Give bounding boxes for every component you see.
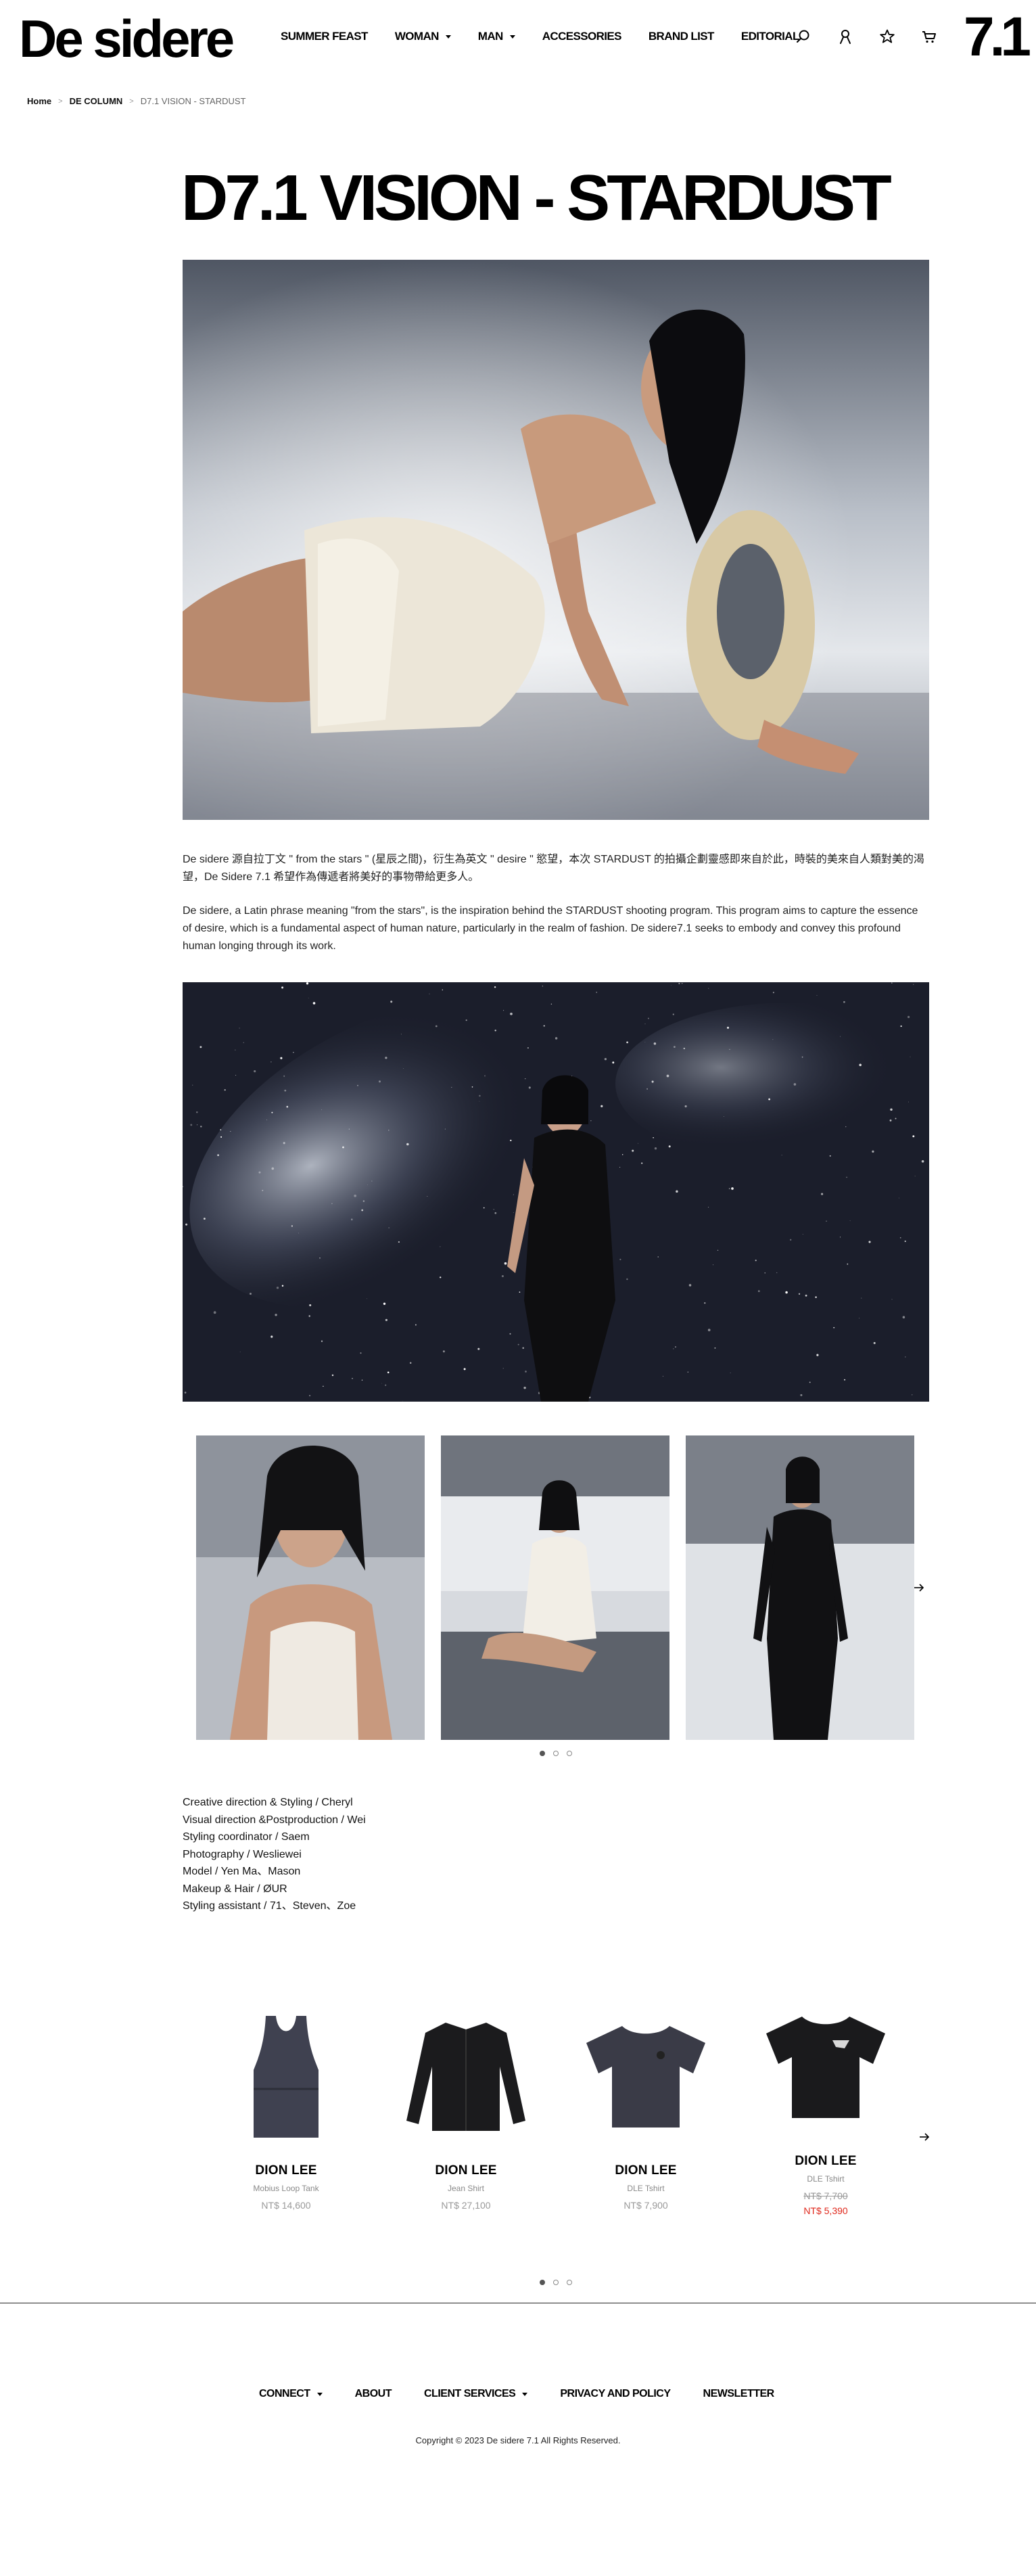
nav-summer-feast[interactable]: SUMMER FEAST	[281, 30, 368, 43]
account-icon[interactable]	[837, 28, 853, 45]
credit-line: Model / Yen Ma、Mason	[183, 1866, 301, 1877]
products-dot[interactable]	[553, 2280, 559, 2285]
credit-line: Makeup & Hair / ØUR	[183, 1883, 287, 1895]
product-price: NT$ 7,900	[623, 2200, 668, 2211]
site-logo[interactable]: De sidere	[19, 8, 235, 69]
caret-down-icon	[509, 34, 515, 39]
breadcrumb-separator-icon: >	[58, 97, 63, 106]
products-next-arrow-icon[interactable]	[914, 2127, 935, 2147]
nav-man[interactable]: MAN	[478, 30, 515, 43]
footer-newsletter[interactable]: NEWSLETTER	[703, 2388, 775, 2400]
products-dot[interactable]	[567, 2280, 572, 2285]
product-name: Jean Shirt	[447, 2184, 485, 2193]
cart-icon[interactable]	[921, 28, 937, 45]
credit-line: Styling coordinator / Saem	[183, 1831, 310, 1843]
carousel-slide[interactable]	[196, 1435, 425, 1740]
wishlist-star-icon[interactable]	[879, 28, 895, 45]
breadcrumb-de-column[interactable]: DE COLUMN	[70, 96, 123, 106]
nav-brand-list[interactable]: BRAND LIST	[649, 30, 715, 43]
product-name: DLE Tshirt	[807, 2174, 845, 2184]
credit-line: Creative direction & Styling / Cheryl	[183, 1797, 353, 1808]
breadcrumb-current: D7.1 VISION - STARDUST	[140, 96, 246, 106]
main-nav: SUMMER FEAST WOMAN MAN ACCESSORIES BRAND…	[281, 30, 826, 43]
nav-woman[interactable]: WOMAN	[395, 30, 451, 43]
site-header: De sidere SUMMER FEAST WOMAN MAN ACCESSO…	[0, 0, 1036, 80]
product-image	[208, 2002, 364, 2151]
products-pagination	[540, 2280, 572, 2285]
slide-photo	[196, 1435, 425, 1740]
product-price: NT$ 27,100	[441, 2200, 491, 2211]
product-image	[568, 2002, 724, 2151]
product-image	[388, 2002, 544, 2151]
article-paragraph-zh: De sidere 源自拉丁文 " from the stars " (星辰之間…	[183, 854, 924, 883]
carousel-dot[interactable]	[553, 1751, 559, 1756]
product-brand: DION LEE	[255, 2163, 317, 2178]
credits-list: Creative direction & Styling / Cheryl Vi…	[183, 1794, 366, 1915]
brand-mark-71[interactable]: 7.1	[964, 7, 1031, 68]
carousel-pagination	[540, 1751, 572, 1756]
page-title: D7.1 VISION - STARDUST	[181, 162, 892, 234]
nav-accessories[interactable]: ACCESSORIES	[542, 30, 622, 43]
credit-line: Visual direction &Postproduction / Wei	[183, 1814, 366, 1826]
product-name: Mobius Loop Tank	[253, 2184, 319, 2193]
breadcrumb-home[interactable]: Home	[27, 96, 51, 106]
product-card[interactable]: DION LEE DLE Tshirt NT$ 7,900	[568, 2002, 724, 2211]
product-brand: DION LEE	[435, 2163, 497, 2178]
product-price: NT$ 14,600	[261, 2200, 311, 2211]
caret-down-icon	[316, 2392, 323, 2396]
credit-line: Photography / Wesliewei	[183, 1848, 302, 1860]
search-icon[interactable]	[795, 28, 811, 45]
carousel-dot[interactable]	[567, 1751, 572, 1756]
footer-connect[interactable]: CONNECT	[259, 2388, 323, 2400]
products-dot[interactable]	[540, 2280, 545, 2285]
carousel-slide[interactable]	[686, 1435, 914, 1740]
slide-photo	[441, 1435, 669, 1740]
footer-client-services[interactable]: CLIENT SERVICES	[424, 2388, 528, 2400]
copyright-text: Copyright © 2023 De sidere 7.1 All Right…	[415, 2435, 621, 2445]
footer-privacy-policy[interactable]: PRIVACY AND POLICY	[560, 2388, 671, 2400]
product-image	[748, 1993, 903, 2142]
product-brand: DION LEE	[795, 2154, 857, 2168]
caret-down-icon	[445, 34, 451, 39]
hero-photo	[183, 260, 929, 820]
product-original-price: NT$ 7,700	[803, 2190, 848, 2201]
caret-down-icon	[522, 2392, 528, 2396]
nav-editorial[interactable]: EDITORIAL	[741, 30, 800, 43]
product-card[interactable]: DION LEE DLE Tshirt NT$ 7,700 NT$ 5,390	[748, 1993, 903, 2216]
breadcrumb-separator-icon: >	[129, 97, 134, 106]
product-card[interactable]: DION LEE Mobius Loop Tank NT$ 14,600	[208, 2002, 364, 2211]
galaxy-photo	[183, 982, 929, 1402]
slide-photo	[686, 1435, 914, 1740]
product-name: DLE Tshirt	[627, 2184, 665, 2193]
carousel-next-arrow-icon[interactable]	[909, 1578, 929, 1598]
carousel-dot[interactable]	[540, 1751, 545, 1756]
breadcrumb: Home > DE COLUMN > D7.1 VISION - STARDUS…	[27, 96, 246, 106]
product-sale-price: NT$ 5,390	[803, 2205, 848, 2216]
product-card[interactable]: DION LEE Jean Shirt NT$ 27,100	[388, 2002, 544, 2211]
product-brand: DION LEE	[615, 2163, 677, 2178]
article-paragraph-en: De sidere, a Latin phrase meaning "from …	[183, 905, 918, 952]
editorial-carousel	[183, 1435, 929, 1756]
header-actions	[795, 28, 937, 45]
footer-nav: CONNECT ABOUT CLIENT SERVICES PRIVACY AN…	[259, 2388, 807, 2400]
credit-line: Styling assistant / 71、Steven、Zoe	[183, 1900, 356, 1912]
footer-about[interactable]: ABOUT	[355, 2388, 392, 2400]
galaxy-image	[183, 982, 929, 1402]
carousel-slide[interactable]	[441, 1435, 669, 1740]
hero-image	[183, 260, 929, 820]
